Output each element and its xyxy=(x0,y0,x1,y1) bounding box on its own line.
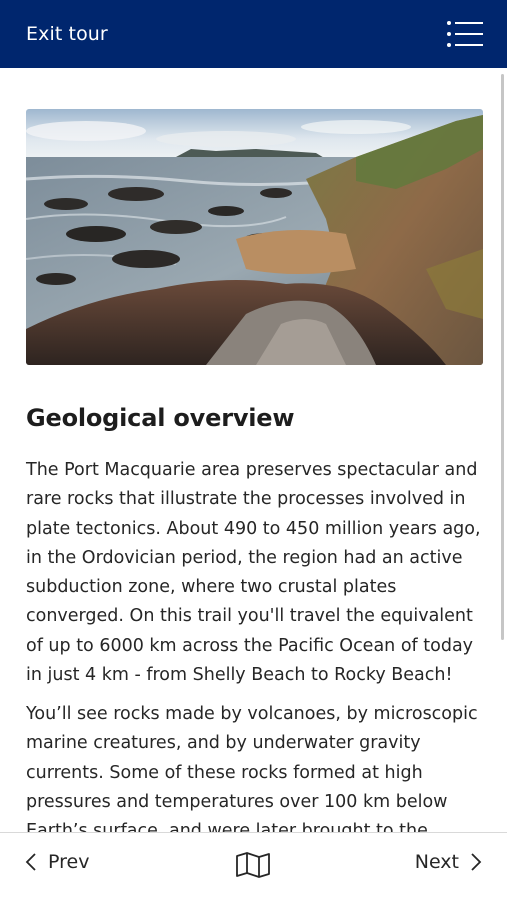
page-title: Geological overview xyxy=(26,404,295,432)
map-icon[interactable] xyxy=(235,851,271,879)
article-content[interactable]: Geological overview The Port Macquarie a… xyxy=(0,68,507,832)
paragraph-rocks: You’ll see rocks made by volcanoes, by m… xyxy=(26,704,478,832)
chevron-right-icon xyxy=(471,853,482,871)
coastline-photo xyxy=(26,109,483,365)
chevron-left-icon xyxy=(25,853,36,871)
top-bar: Exit tour xyxy=(0,0,507,68)
prev-label: Prev xyxy=(48,851,90,873)
bottom-nav: Prev Next xyxy=(0,832,507,900)
paragraph-intro: The Port Macquarie area preserves specta… xyxy=(26,460,481,686)
next-label: Next xyxy=(414,851,459,873)
next-button[interactable]: Next xyxy=(415,851,483,873)
scrollbar[interactable] xyxy=(501,74,504,640)
list-menu-icon[interactable] xyxy=(447,19,483,49)
prev-button[interactable]: Prev xyxy=(24,851,89,873)
exit-tour-button[interactable]: Exit tour xyxy=(26,23,108,45)
